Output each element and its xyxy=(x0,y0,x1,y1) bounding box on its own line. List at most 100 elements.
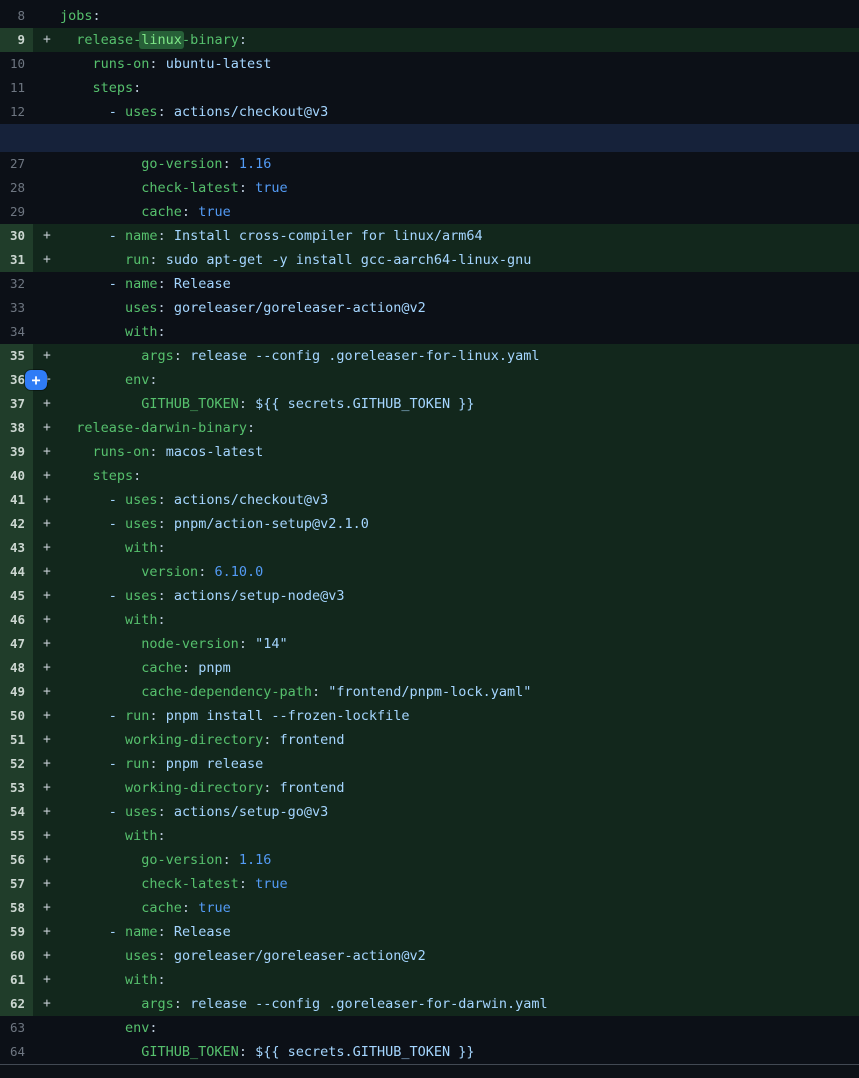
expand-hidden-lines-band[interactable] xyxy=(0,124,859,152)
line-number[interactable]: 44 xyxy=(0,560,33,584)
line-number[interactable]: 39 xyxy=(0,440,33,464)
code-token: cache-dependency-path xyxy=(141,684,312,700)
line-number[interactable]: 31 xyxy=(0,248,33,272)
code-text: node-version: "14" xyxy=(60,632,859,656)
code-token: : xyxy=(149,756,165,772)
code-token: steps xyxy=(93,80,134,96)
line-number[interactable]: 62 xyxy=(0,992,33,1016)
line-number[interactable]: 35 xyxy=(0,344,33,368)
line-number[interactable]: 63 xyxy=(0,1016,33,1040)
line-number[interactable]: 27 xyxy=(0,152,33,176)
line-number[interactable]: 43 xyxy=(0,536,33,560)
diff-line: 38+ release-darwin-binary: xyxy=(0,416,859,440)
line-number[interactable]: 51 xyxy=(0,728,33,752)
code-text: - uses: actions/setup-go@v3 xyxy=(60,800,859,824)
code-token: : xyxy=(247,420,255,436)
line-number[interactable]: 29 xyxy=(0,200,33,224)
code-token: name xyxy=(125,228,158,244)
line-number[interactable]: 38 xyxy=(0,416,33,440)
diff-marker: + xyxy=(33,704,60,728)
code-text: version: 6.10.0 xyxy=(60,560,859,584)
code-token: check-latest xyxy=(141,876,239,892)
line-number[interactable]: 59 xyxy=(0,920,33,944)
line-number[interactable]: 37 xyxy=(0,392,33,416)
code-text: - name: Release xyxy=(60,272,859,296)
line-number[interactable]: 28 xyxy=(0,176,33,200)
line-number[interactable]: 57 xyxy=(0,872,33,896)
diff-view: 8jobs:9+ release-linux-binary:10 runs-on… xyxy=(0,0,859,1078)
code-text: go-version: 1.16 xyxy=(60,848,859,872)
line-number[interactable]: 47 xyxy=(0,632,33,656)
line-number[interactable]: 48 xyxy=(0,656,33,680)
code-text: - uses: actions/setup-node@v3 xyxy=(60,584,859,608)
diff-line: 57+ check-latest: true xyxy=(0,872,859,896)
code-text: - run: pnpm install --frozen-lockfile xyxy=(60,704,859,728)
line-number[interactable]: 41 xyxy=(0,488,33,512)
code-token: true xyxy=(255,876,288,892)
line-number[interactable]: 54 xyxy=(0,800,33,824)
line-number[interactable]: 32 xyxy=(0,272,33,296)
diff-marker xyxy=(33,176,60,200)
diff-line: 61+ with: xyxy=(0,968,859,992)
code-token: runs-on xyxy=(93,56,150,72)
code-token: : xyxy=(158,972,166,988)
line-number[interactable]: 49 xyxy=(0,680,33,704)
diff-body: 8jobs:9+ release-linux-binary:10 runs-on… xyxy=(0,4,859,1064)
line-number[interactable]: 58 xyxy=(0,896,33,920)
code-token: : xyxy=(239,32,247,48)
line-number[interactable]: 61 xyxy=(0,968,33,992)
line-number[interactable]: 40 xyxy=(0,464,33,488)
add-comment-button[interactable]: + xyxy=(25,370,47,390)
code-token: : xyxy=(182,900,198,916)
code-token: : xyxy=(182,660,198,676)
line-number[interactable]: 11 xyxy=(0,76,33,100)
code-token: : xyxy=(239,396,255,412)
line-number[interactable]: 10 xyxy=(0,52,33,76)
code-token: : xyxy=(149,708,165,724)
diff-marker: + xyxy=(33,464,60,488)
diff-line: 44+ version: 6.10.0 xyxy=(0,560,859,584)
line-number[interactable]: 60 xyxy=(0,944,33,968)
line-number[interactable]: 52 xyxy=(0,752,33,776)
line-number[interactable]: 56 xyxy=(0,848,33,872)
code-text: - name: Release xyxy=(60,920,859,944)
code-text: - uses: actions/checkout@v3 xyxy=(60,488,859,512)
line-number[interactable]: 8 xyxy=(0,4,33,28)
line-number[interactable]: 46 xyxy=(0,608,33,632)
diff-marker: + xyxy=(33,560,60,584)
code-text: - run: pnpm release xyxy=(60,752,859,776)
code-token: linux xyxy=(139,31,184,49)
line-number[interactable]: 42 xyxy=(0,512,33,536)
line-number[interactable]: 12 xyxy=(0,100,33,124)
line-number[interactable]: 45 xyxy=(0,584,33,608)
line-number[interactable]: 30 xyxy=(0,224,33,248)
line-number[interactable]: 33 xyxy=(0,296,33,320)
line-number[interactable]: 64 xyxy=(0,1040,33,1064)
code-token: : xyxy=(158,828,166,844)
diff-marker: + xyxy=(33,248,60,272)
code-token: - xyxy=(109,516,125,532)
line-number[interactable]: 34 xyxy=(0,320,33,344)
code-token: name xyxy=(125,924,158,940)
code-text: jobs: xyxy=(60,4,859,28)
line-number[interactable]: 53 xyxy=(0,776,33,800)
diff-marker: + xyxy=(33,344,60,368)
diff-marker: + xyxy=(33,392,60,416)
code-text: - name: Install cross-compiler for linux… xyxy=(60,224,859,248)
line-number[interactable]: 50 xyxy=(0,704,33,728)
code-text: cache: true xyxy=(60,896,859,920)
diff-line: 40+ steps: xyxy=(0,464,859,488)
code-token: with xyxy=(125,540,158,556)
diff-marker: + xyxy=(33,776,60,800)
code-token: : xyxy=(149,444,165,460)
code-text: - uses: pnpm/action-setup@v2.1.0 xyxy=(60,512,859,536)
code-token: : xyxy=(263,732,279,748)
line-number[interactable]: 55 xyxy=(0,824,33,848)
diff-line: 43+ with: xyxy=(0,536,859,560)
code-token: goreleaser/goreleaser-action@v2 xyxy=(174,300,426,316)
diff-marker: + xyxy=(33,608,60,632)
diff-marker: + xyxy=(33,824,60,848)
line-number[interactable]: 9 xyxy=(0,28,33,52)
code-text: uses: goreleaser/goreleaser-action@v2 xyxy=(60,944,859,968)
code-token: macos-latest xyxy=(166,444,264,460)
